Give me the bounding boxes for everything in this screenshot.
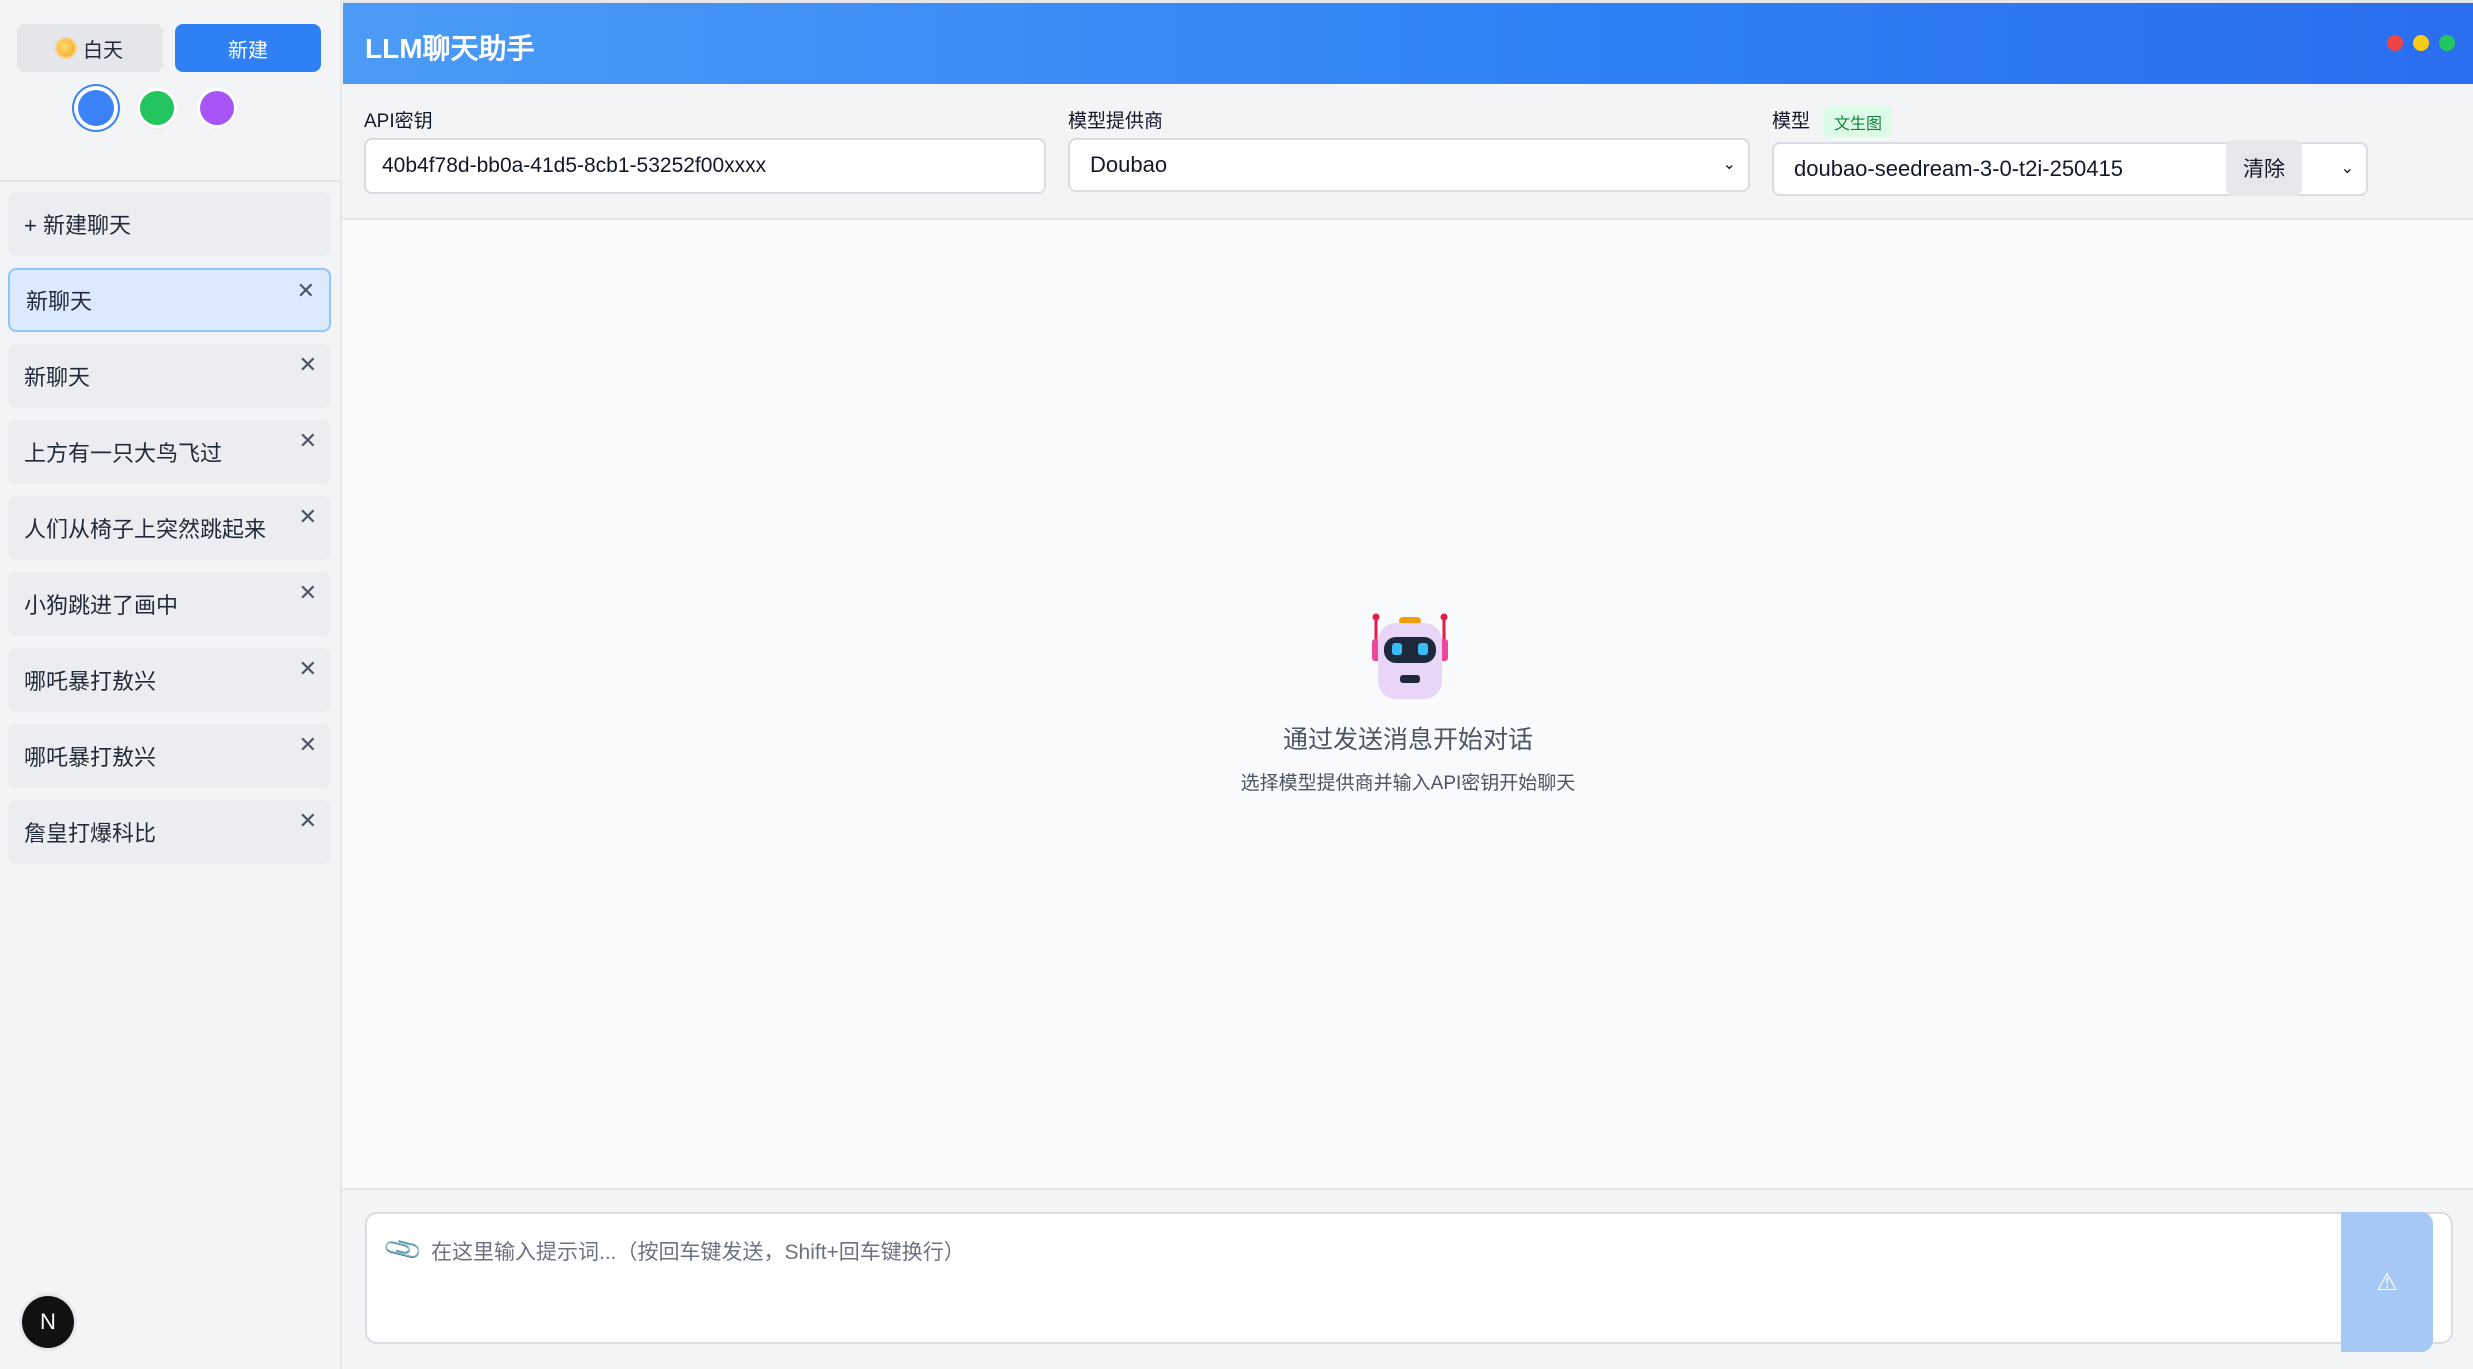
chat-item[interactable]: 哪吒暴打敖兴 ✕ — [8, 648, 331, 712]
chevron-down-icon: ⌄ — [2340, 160, 2354, 177]
empty-state-subtitle: 选择模型提供商并输入API密钥开始聊天 — [1240, 773, 1576, 794]
robot-icon — [1372, 613, 1448, 699]
window-controls — [2387, 35, 2455, 51]
prompt-placeholder: 在这里输入提示词...（按回车键发送，Shift+回车键换行） — [431, 1241, 965, 1264]
chat-item-title: 小狗跳进了画中 — [24, 593, 179, 618]
chat-item-title: 人们从椅子上突然跳起来 — [24, 517, 267, 542]
close-icon[interactable]: ✕ — [299, 352, 317, 378]
app-header: LLM聊天助手 — [343, 0, 2473, 84]
close-icon[interactable]: ✕ — [299, 504, 317, 530]
close-icon[interactable]: ✕ — [297, 278, 315, 304]
sun-icon — [57, 39, 75, 57]
chat-item-title: 哪吒暴打敖兴 — [24, 745, 157, 770]
minimize-window-dot[interactable] — [2413, 35, 2429, 51]
sidebar-divider — [0, 180, 340, 182]
sidebar-top-buttons: 白天 新建 — [17, 24, 321, 72]
composer: 📎 在这里输入提示词...（按回车键发送，Shift+回车键换行） ⚠ — [343, 1188, 2473, 1369]
close-window-dot[interactable] — [2387, 35, 2403, 51]
new-chat-button[interactable]: + 新建聊天 — [8, 192, 331, 256]
provider-label: 模型提供商 — [1068, 111, 1164, 132]
chat-item-title: 新聊天 — [26, 289, 93, 314]
theme-color-purple[interactable] — [200, 91, 234, 125]
api-key-input[interactable]: 40b4f78d-bb0a-41d5-8cb1-53252f00xxxx — [364, 138, 1046, 194]
chat-item[interactable]: 新聊天 ✕ — [8, 268, 331, 332]
model-label: 模型 — [1772, 111, 1811, 132]
chat-item[interactable]: 小狗跳进了画中 ✕ — [8, 572, 331, 636]
sidebar: 白天 新建 + 新建聊天 新聊天 ✕ 新聊天 ✕ 上方有一只大鸟飞过 ✕ 人们从… — [0, 0, 342, 1369]
api-key-label: API密钥 — [364, 111, 433, 132]
chat-item-title: 新聊天 — [24, 365, 91, 390]
provider-select-value: Doubao — [1090, 152, 1168, 177]
theme-toggle-label: 白天 — [83, 39, 123, 62]
send-button[interactable]: ⚠ — [2341, 1212, 2433, 1352]
app-title: LLM聊天助手 — [365, 33, 535, 64]
settings-bar: API密钥 40b4f78d-bb0a-41d5-8cb1-53252f00xx… — [343, 84, 2473, 220]
model-select-value: doubao-seedream-3-0-t2i-250415 — [1794, 156, 2123, 181]
chevron-down-icon: ⌄ — [1722, 156, 1736, 173]
chat-item[interactable]: 新聊天 ✕ — [8, 344, 331, 408]
close-icon[interactable]: ✕ — [299, 808, 317, 834]
close-icon[interactable]: ✕ — [299, 428, 317, 454]
model-type-badge: 文生图 — [1824, 106, 1893, 138]
theme-color-green[interactable] — [140, 91, 174, 125]
chat-item-title: 詹皇打爆科比 — [24, 821, 157, 846]
chat-item[interactable]: 上方有一只大鸟飞过 ✕ — [8, 420, 331, 484]
clear-button[interactable]: 清除 — [2226, 140, 2302, 196]
send-icon: ⚠ — [2376, 1268, 2398, 1296]
close-icon[interactable]: ✕ — [299, 656, 317, 682]
theme-color-blue[interactable] — [78, 90, 114, 126]
close-icon[interactable]: ✕ — [299, 580, 317, 606]
empty-state-title: 通过发送消息开始对话 — [1282, 726, 1533, 754]
provider-select[interactable]: Doubao ⌄ — [1068, 138, 1750, 192]
prompt-input[interactable]: 📎 在这里输入提示词...（按回车键发送，Shift+回车键换行） — [365, 1212, 2453, 1344]
chat-item-title: 上方有一只大鸟飞过 — [24, 441, 223, 466]
paperclip-icon[interactable]: 📎 — [381, 1228, 425, 1272]
theme-color-swatches — [78, 90, 234, 126]
avatar[interactable]: N — [22, 1296, 74, 1348]
close-icon[interactable]: ✕ — [299, 732, 317, 758]
theme-toggle-button[interactable]: 白天 — [17, 24, 163, 72]
maximize-window-dot[interactable] — [2439, 35, 2455, 51]
chat-item-title: 哪吒暴打敖兴 — [24, 669, 157, 694]
chat-list: + 新建聊天 新聊天 ✕ 新聊天 ✕ 上方有一只大鸟飞过 ✕ 人们从椅子上突然跳… — [8, 192, 331, 876]
chat-item[interactable]: 哪吒暴打敖兴 ✕ — [8, 724, 331, 788]
chat-item[interactable]: 人们从椅子上突然跳起来 ✕ — [8, 496, 331, 560]
chat-area: 通过发送消息开始对话 选择模型提供商并输入API密钥开始聊天 — [343, 220, 2473, 1188]
new-button[interactable]: 新建 — [175, 24, 321, 72]
chat-item[interactable]: 詹皇打爆科比 ✕ — [8, 800, 331, 864]
